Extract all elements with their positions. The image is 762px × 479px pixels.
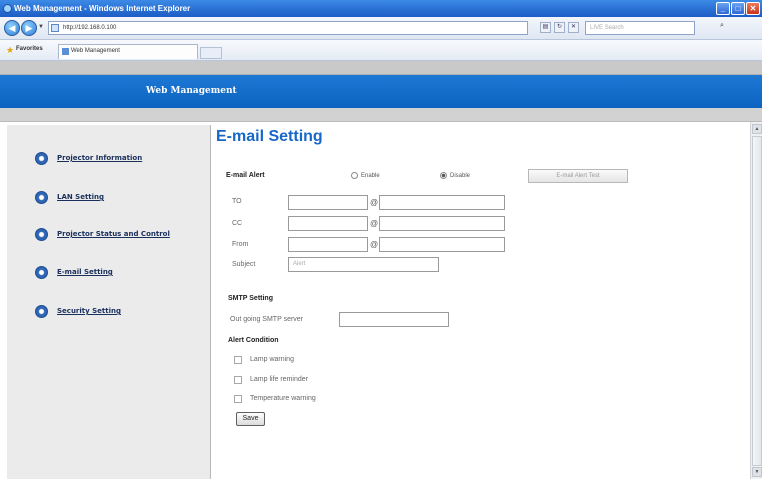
cc-user-input[interactable] bbox=[288, 216, 368, 231]
sidebar-item-lan-setting[interactable]: LAN Setting bbox=[35, 189, 104, 205]
cc-domain-input[interactable] bbox=[379, 216, 505, 231]
subject-input[interactable]: Alert bbox=[288, 257, 439, 272]
disable-radio[interactable]: Disable bbox=[440, 172, 470, 179]
from-user-input[interactable] bbox=[288, 237, 368, 252]
email-alert-test-button[interactable]: E-mail Alert Test bbox=[528, 169, 628, 183]
from-domain-input[interactable] bbox=[379, 237, 505, 252]
lamp-warning-checkbox[interactable] bbox=[234, 356, 242, 364]
sidebar-item-label: Security Setting bbox=[57, 307, 121, 315]
window-title: Web Management - Windows Internet Explor… bbox=[14, 4, 191, 13]
window-titlebar: Web Management - Windows Internet Explor… bbox=[0, 0, 762, 17]
header-subband bbox=[0, 108, 762, 122]
tab-title: Web Management bbox=[71, 48, 120, 54]
sidebar-item-security-setting[interactable]: Security Setting bbox=[35, 303, 121, 319]
email-alert-label: E-mail Alert bbox=[226, 172, 265, 179]
enable-radio[interactable]: Enable bbox=[351, 172, 380, 179]
stop-icon[interactable]: ✕ bbox=[568, 22, 579, 33]
address-bar: ◀ ▶ ▼ http://192.168.0.100 ▤ ↻ ✕ LIVE Se… bbox=[0, 17, 762, 40]
subject-label: Subject bbox=[232, 261, 256, 268]
sidebar-item-projector-status-control[interactable]: Projector Status and Control bbox=[35, 226, 170, 242]
sidebar-item-label: E-mail Setting bbox=[57, 268, 113, 276]
url-input[interactable]: http://192.168.0.100 bbox=[48, 21, 528, 35]
ie-logo-icon bbox=[3, 4, 12, 13]
nav-bullet-icon bbox=[35, 265, 48, 279]
minimize-button[interactable]: _ bbox=[716, 2, 730, 15]
history-dropdown-icon[interactable]: ▼ bbox=[38, 24, 44, 30]
smtp-heading: SMTP Setting bbox=[228, 295, 273, 302]
main-content: E-mail Setting E-mail Alert Enable Disab… bbox=[212, 125, 750, 479]
search-icon[interactable]: ⌕ bbox=[720, 22, 730, 33]
sidebar-item-label: Projector Information bbox=[57, 154, 143, 162]
compatibility-view-icon[interactable]: ▤ bbox=[540, 22, 551, 33]
browser-tab[interactable]: Web Management bbox=[58, 44, 198, 59]
toolbar-divider bbox=[0, 61, 762, 75]
page-header: Web Management bbox=[0, 75, 762, 108]
nav-bullet-icon bbox=[35, 190, 48, 204]
nav-bullet-icon bbox=[35, 227, 48, 241]
sidebar-item-projector-information[interactable]: Projector Information bbox=[35, 150, 142, 166]
search-placeholder: LIVE Search bbox=[590, 25, 624, 31]
search-input[interactable]: LIVE Search bbox=[585, 21, 695, 35]
radio-selected-icon bbox=[440, 172, 447, 179]
nav-bullet-icon bbox=[35, 304, 48, 318]
new-tab-button[interactable] bbox=[200, 47, 222, 59]
from-label: From bbox=[232, 241, 249, 248]
scroll-up-icon[interactable]: ▲ bbox=[752, 124, 762, 134]
brand-title: Web Management bbox=[146, 86, 237, 96]
url-text: http://192.168.0.100 bbox=[63, 25, 117, 31]
temperature-warning-checkbox[interactable] bbox=[234, 395, 242, 403]
radio-circle-icon bbox=[351, 172, 358, 179]
forward-arrow-icon[interactable]: ▶ bbox=[21, 20, 37, 36]
address-tools: ▤ ↻ ✕ bbox=[540, 22, 579, 33]
cc-label: CC bbox=[232, 220, 243, 227]
maximize-button[interactable]: □ bbox=[731, 2, 745, 15]
tab-page-icon bbox=[62, 48, 69, 55]
at-symbol: @ bbox=[370, 219, 379, 228]
sidebar-item-email-setting[interactable]: E-mail Setting bbox=[35, 264, 113, 280]
vertical-scrollbar[interactable]: ▲ ▼ bbox=[750, 122, 762, 479]
enable-label: Enable bbox=[361, 172, 380, 179]
favorites-label[interactable]: Favorites bbox=[16, 46, 43, 52]
to-domain-input[interactable] bbox=[379, 195, 505, 210]
refresh-icon[interactable]: ↻ bbox=[554, 22, 565, 33]
lamp-warning-label: Lamp warning bbox=[250, 356, 294, 363]
sidebar-nav: Projector Information LAN Setting Projec… bbox=[7, 125, 211, 479]
window-controls: _ □ ✕ bbox=[716, 2, 760, 15]
page-icon bbox=[51, 24, 59, 32]
page-title: E-mail Setting bbox=[216, 128, 323, 145]
to-user-input[interactable] bbox=[288, 195, 368, 210]
disable-label: Disable bbox=[450, 172, 471, 179]
close-button[interactable]: ✕ bbox=[746, 2, 760, 15]
sidebar-item-label: LAN Setting bbox=[57, 193, 105, 201]
to-label: TO bbox=[232, 198, 242, 205]
nav-bullet-icon bbox=[35, 151, 48, 165]
smtp-server-label: Out going SMTP server bbox=[230, 316, 304, 323]
lamp-life-reminder-checkbox[interactable] bbox=[234, 376, 242, 384]
favorites-bar: ★ Favorites Web Management bbox=[0, 40, 762, 61]
at-symbol: @ bbox=[370, 240, 379, 249]
lamp-life-reminder-label: Lamp life reminder bbox=[250, 376, 308, 383]
temperature-warning-label: Temperature warning bbox=[250, 395, 316, 402]
smtp-server-input[interactable] bbox=[339, 312, 449, 327]
subject-value: Alert bbox=[293, 261, 306, 267]
favorites-star-icon[interactable]: ★ bbox=[6, 45, 14, 56]
scroll-down-icon[interactable]: ▼ bbox=[752, 467, 762, 477]
at-symbol: @ bbox=[370, 198, 379, 207]
save-button[interactable]: Save bbox=[236, 412, 265, 426]
sidebar-item-label: Projector Status and Control bbox=[57, 230, 170, 238]
back-arrow-icon[interactable]: ◀ bbox=[4, 20, 20, 36]
alert-condition-heading: Alert Condition bbox=[228, 337, 279, 344]
scroll-thumb[interactable] bbox=[752, 136, 762, 466]
